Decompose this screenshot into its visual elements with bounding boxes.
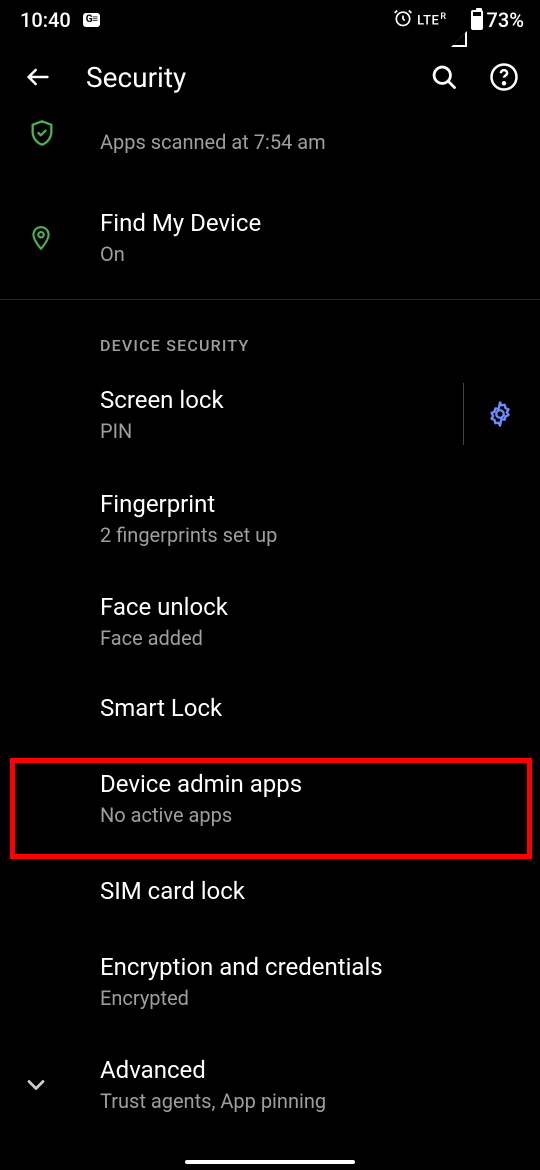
settings-list: Apps scanned at 7:54 am Find My Device O…: [0, 106, 540, 1132]
item-subtitle: 2 fingerprints set up: [100, 523, 516, 548]
item-title: Find My Device: [100, 208, 516, 238]
status-time: 10:40: [20, 8, 71, 32]
alarm-icon: [393, 8, 413, 33]
page-title: Security: [86, 61, 396, 94]
item-sim-card-lock[interactable]: SIM card lock: [0, 846, 540, 934]
item-title: [100, 112, 516, 126]
battery-icon: [471, 10, 483, 30]
item-title: Face unlock: [100, 592, 516, 622]
status-bar: 10:40 G≡ LTER 73%: [0, 0, 540, 40]
item-subtitle: Encrypted: [100, 986, 516, 1011]
item-title: Screen lock: [100, 385, 453, 415]
item-title: Advanced: [100, 1055, 516, 1085]
gesture-nav-bar[interactable]: [185, 1160, 355, 1164]
item-face-unlock[interactable]: Face unlock Face added: [0, 566, 540, 669]
battery-percent: 73%: [487, 8, 524, 32]
item-subtitle: Face added: [100, 626, 516, 651]
item-title: Fingerprint: [100, 489, 516, 519]
screen-lock-settings-button[interactable]: [484, 398, 516, 430]
app-bar: Security: [0, 40, 540, 114]
item-device-admin-apps[interactable]: Device admin apps No active apps: [0, 747, 540, 846]
network-type: LTER: [417, 12, 446, 28]
item-title: Device admin apps: [100, 769, 516, 799]
item-subtitle: Trust agents, App pinning: [100, 1089, 516, 1114]
item-find-my-device[interactable]: Find My Device On: [0, 178, 540, 291]
item-title: SIM card lock: [100, 876, 516, 906]
divider: [463, 383, 464, 445]
search-button[interactable]: [428, 61, 460, 93]
item-screen-lock[interactable]: Screen lock PIN: [0, 365, 540, 463]
news-icon: G≡: [83, 13, 101, 27]
back-button[interactable]: [22, 61, 54, 93]
item-advanced[interactable]: Advanced Trust agents, App pinning: [0, 1029, 540, 1132]
location-pin-icon: [28, 223, 54, 253]
shield-check-icon: [28, 119, 56, 147]
item-subtitle: Apps scanned at 7:54 am: [100, 130, 516, 155]
item-fingerprint[interactable]: Fingerprint 2 fingerprints set up: [0, 463, 540, 566]
item-subtitle: No active apps: [100, 803, 516, 828]
item-title: Smart Lock: [100, 693, 516, 723]
help-button[interactable]: [488, 61, 520, 93]
item-smart-lock[interactable]: Smart Lock: [0, 669, 540, 747]
gear-icon: [486, 400, 514, 428]
item-play-protect[interactable]: Apps scanned at 7:54 am: [0, 106, 540, 178]
item-title: Encryption and credentials: [100, 952, 516, 982]
section-header-device-security: DEVICE SECURITY: [0, 300, 540, 365]
chevron-down-icon: [22, 1071, 50, 1099]
signal-icon: [451, 10, 467, 31]
item-subtitle: PIN: [100, 419, 453, 444]
item-encryption[interactable]: Encryption and credentials Encrypted: [0, 934, 540, 1029]
item-subtitle: On: [100, 242, 516, 267]
